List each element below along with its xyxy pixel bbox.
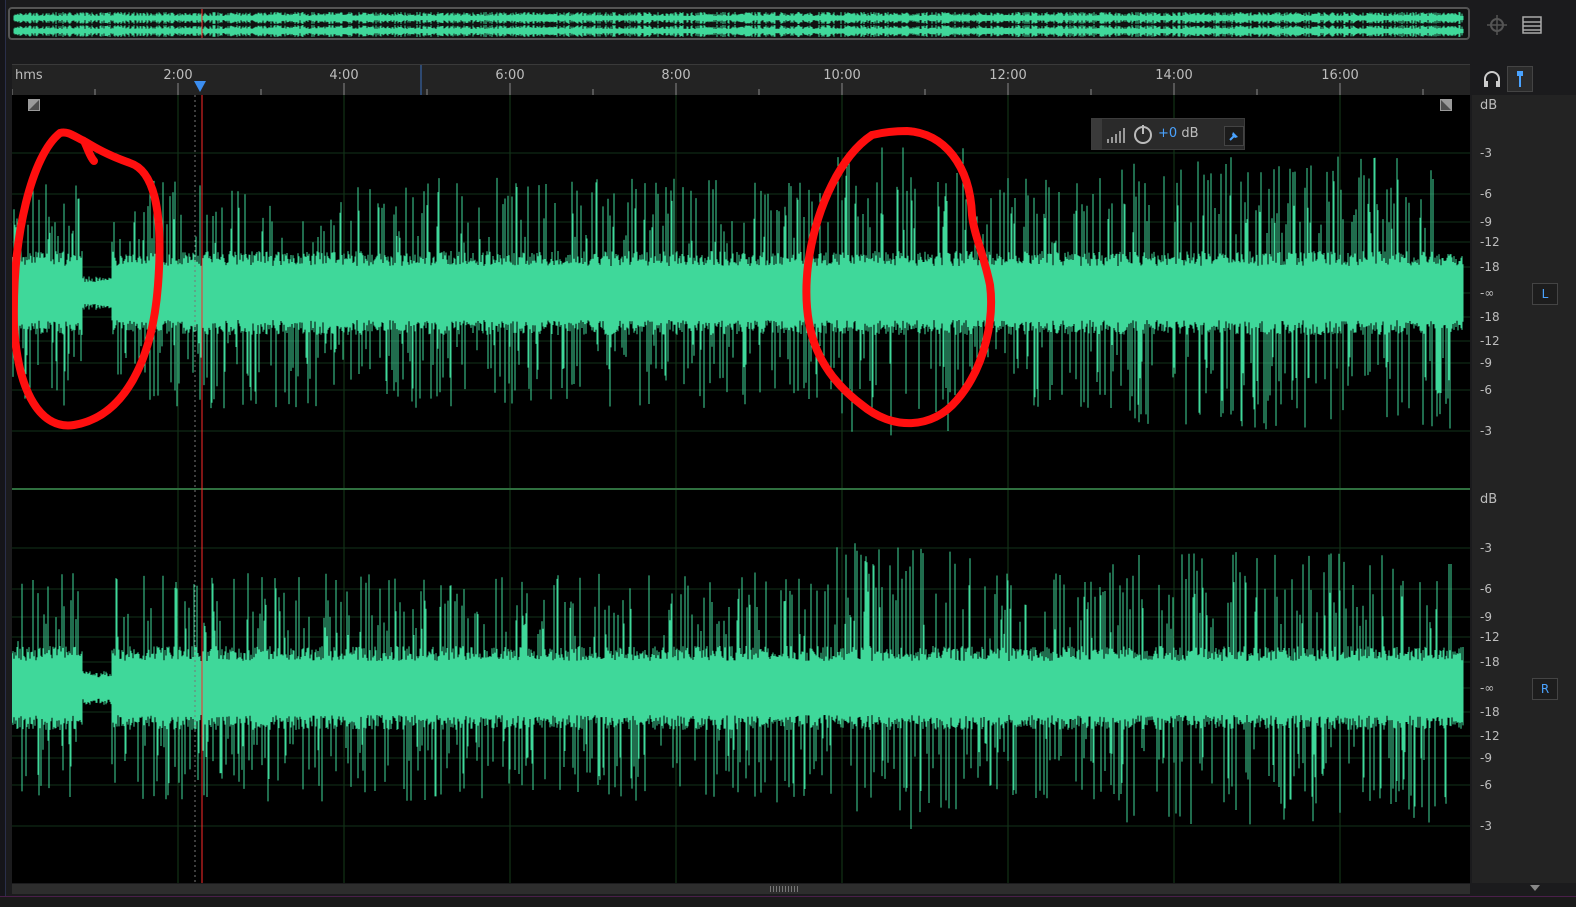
db-scale-label: -6 (1480, 187, 1492, 201)
menu-icon[interactable] (1521, 14, 1543, 36)
horizontal-scrollbar[interactable] (12, 884, 1470, 894)
overview-waveform (13, 9, 1464, 38)
level-bars-icon (1107, 128, 1125, 143)
db-scale-label: -∞ (1480, 681, 1495, 695)
db-scale-label: -9 (1480, 751, 1492, 765)
db-scale-label: -9 (1480, 610, 1492, 624)
waveform-right-channel (12, 543, 1464, 829)
channel-right-button[interactable]: R (1532, 678, 1558, 700)
amplitude-scale[interactable]: dB dB -3 -6 -9 -12 -18 -∞ -18 -12 -9 -6 -3 -3 -6 -9 -1… (1472, 95, 1576, 883)
db-scale-label: -9 (1480, 356, 1492, 370)
db-scale-label: -12 (1480, 729, 1500, 743)
zoom-icon[interactable] (1486, 14, 1508, 36)
hud-grip[interactable] (1092, 119, 1102, 149)
channel-left-button[interactable]: L (1532, 283, 1558, 305)
db-unit-label-top: dB (1480, 98, 1498, 113)
db-scale-label: -3 (1480, 819, 1492, 833)
power-icon[interactable] (1132, 123, 1154, 145)
db-scale-label: -∞ (1480, 286, 1495, 300)
waveform-left-channel (12, 147, 1464, 436)
db-scale-label: -12 (1480, 334, 1500, 348)
db-scale-label: -6 (1480, 383, 1492, 397)
scrollbar-grip[interactable] (770, 886, 800, 892)
bottom-panel-strip (0, 896, 1576, 907)
db-unit-label-bottom: dB (1480, 492, 1498, 507)
db-scale-label: -6 (1480, 582, 1492, 596)
ruler-minor-ticks (12, 65, 1424, 95)
db-scale-label: -6 (1480, 778, 1492, 792)
headphones-icon[interactable] (1481, 68, 1503, 90)
hud-volume-unit: dB (1181, 126, 1199, 141)
overview-navigator[interactable] (8, 7, 1470, 40)
pin-icon[interactable] (1224, 126, 1244, 146)
db-scale-label: -3 (1480, 424, 1492, 438)
db-scale-label: -3 (1480, 541, 1492, 555)
waveform-display[interactable] (12, 95, 1470, 883)
chevron-down-icon[interactable] (1530, 885, 1540, 891)
volume-hud[interactable]: +0 dB (1091, 118, 1245, 150)
db-scale-label: -18 (1480, 655, 1500, 669)
db-scale-label: -3 (1480, 146, 1492, 160)
hud-volume-number: +0 (1158, 126, 1178, 141)
db-scale-label: -18 (1480, 260, 1500, 274)
hud-volume-value[interactable]: +0 dB (1158, 126, 1198, 141)
time-ruler[interactable]: hms 2:00 4:00 6:00 8:00 10:00 12:00 14:00 16:00 (12, 64, 1470, 96)
marker-pin-icon[interactable] (1507, 66, 1533, 92)
db-scale-label: -9 (1480, 215, 1492, 229)
db-scale-label: -12 (1480, 630, 1500, 644)
db-scale-label: -12 (1480, 235, 1500, 249)
db-scale-label: -18 (1480, 310, 1500, 324)
playhead-marker-icon (194, 81, 206, 92)
db-scale-label: -18 (1480, 705, 1500, 719)
window-left-edge (0, 0, 6, 906)
waveform-canvas (12, 95, 1470, 883)
